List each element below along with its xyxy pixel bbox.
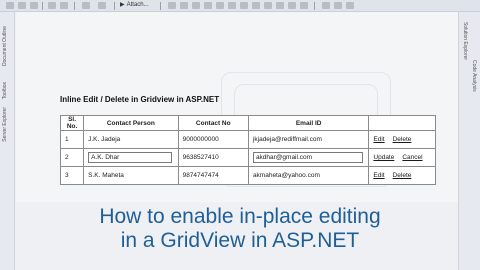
toolbar-icon[interactable] — [346, 2, 354, 9]
cell-contact-person: J.K. Jadeja — [83, 130, 179, 149]
redo-icon[interactable] — [60, 2, 68, 9]
platform-dropdown-icon[interactable] — [98, 2, 106, 9]
toolbar-divider — [160, 2, 161, 10]
edit-link[interactable]: Edit — [373, 136, 384, 143]
table-row: 1 J.K. Jadeja 9000000000 jkjadeja@rediff… — [59, 130, 436, 149]
toolbar-icon[interactable] — [192, 2, 200, 9]
header-contact-person: Contact Person — [83, 115, 179, 131]
cell-contact-person — [83, 148, 179, 167]
header-contact-no: Contact No — [177, 115, 249, 131]
contact-person-input[interactable] — [88, 152, 173, 163]
undo-icon[interactable] — [48, 2, 56, 9]
edit-link[interactable]: Edit — [373, 172, 384, 179]
toolbar-icon[interactable] — [240, 2, 248, 9]
page-title: Inline Edit / Delete in Gridview in ASP.… — [60, 95, 220, 104]
toolbar-icon[interactable] — [264, 2, 272, 9]
cell-sl-no: 3 — [59, 166, 85, 185]
tab-code-analysis[interactable]: Code Analysis — [471, 60, 477, 92]
header-email-id: Email ID — [247, 115, 370, 131]
delete-link[interactable]: Delete — [393, 172, 412, 179]
config-dropdown-icon[interactable] — [82, 2, 90, 9]
table-row: 3 S.K. Maheta 9874747474 akmaheta@yahoo.… — [59, 166, 436, 185]
cell-actions: Edit Delete — [368, 130, 436, 149]
cell-sl-no: 2 — [59, 148, 85, 167]
toolbar-divider — [114, 2, 115, 10]
cell-actions: Edit Delete — [368, 166, 436, 185]
toolbar-divider — [314, 2, 315, 10]
cell-sl-no: 1 — [59, 130, 85, 149]
toolbar-icon[interactable] — [228, 2, 236, 9]
toolbar-icon[interactable] — [334, 2, 342, 9]
play-icon: ▶ — [120, 2, 125, 8]
update-link[interactable]: Update — [373, 154, 394, 161]
table-row-editing: 2 9638527410 Update Cancel — [59, 148, 436, 167]
save-icon[interactable] — [30, 2, 38, 9]
cell-contact-no: 9000000000 — [177, 130, 249, 149]
attach-button[interactable]: ▶ Attach... — [120, 0, 149, 11]
toolbar-divider — [42, 2, 43, 10]
toolbar-icon[interactable] — [180, 2, 188, 9]
delete-link[interactable]: Delete — [393, 136, 412, 143]
tab-toolbox[interactable]: Toolbox — [2, 82, 8, 99]
header-sl-no: Sl. No. — [59, 115, 85, 131]
attach-label: Attach... — [126, 2, 149, 8]
cell-email — [247, 148, 370, 167]
caption-line-1: How to enable in-place editing — [99, 205, 381, 228]
tab-document-outline[interactable]: Document Outline — [2, 26, 8, 66]
toolbar-icon[interactable] — [204, 2, 212, 9]
toolbar-icon[interactable] — [300, 2, 308, 9]
grid-header-row: Sl. No. Contact Person Contact No Email … — [59, 115, 436, 131]
contacts-gridview: Sl. No. Contact Person Contact No Email … — [59, 115, 436, 185]
header-actions — [368, 115, 436, 131]
toolbar-icon[interactable] — [252, 2, 260, 9]
cell-email: jkjadeja@rediffmail.com — [247, 130, 370, 149]
cell-email: akmaheta@yahoo.com — [247, 166, 370, 185]
new-file-icon[interactable] — [6, 2, 14, 9]
caption-line-2: in a GridView in ASP.NET — [120, 229, 360, 252]
cell-contact-no: 9874747474 — [177, 166, 249, 185]
toolbar-icon[interactable] — [276, 2, 284, 9]
cell-actions: Update Cancel — [368, 148, 436, 167]
email-input[interactable] — [252, 152, 363, 163]
toolbar-icon[interactable] — [322, 2, 330, 9]
toolbar-icon[interactable] — [288, 2, 296, 9]
video-caption: How to enable in-place editing in a Grid… — [0, 205, 480, 253]
toolbar-icon[interactable] — [216, 2, 224, 9]
open-file-icon[interactable] — [18, 2, 26, 9]
cancel-link[interactable]: Cancel — [402, 154, 422, 161]
cell-contact-person: S.K. Maheta — [83, 166, 179, 185]
toolbar-divider — [74, 2, 75, 10]
toolbar-icon[interactable] — [168, 2, 176, 9]
cell-contact-no: 9638527410 — [177, 148, 249, 167]
tab-server-explorer[interactable]: Server Explorer — [2, 107, 8, 142]
ide-toolbar: ▶ Attach... — [0, 0, 480, 12]
tab-solution-explorer[interactable]: Solution Explorer — [462, 22, 468, 60]
